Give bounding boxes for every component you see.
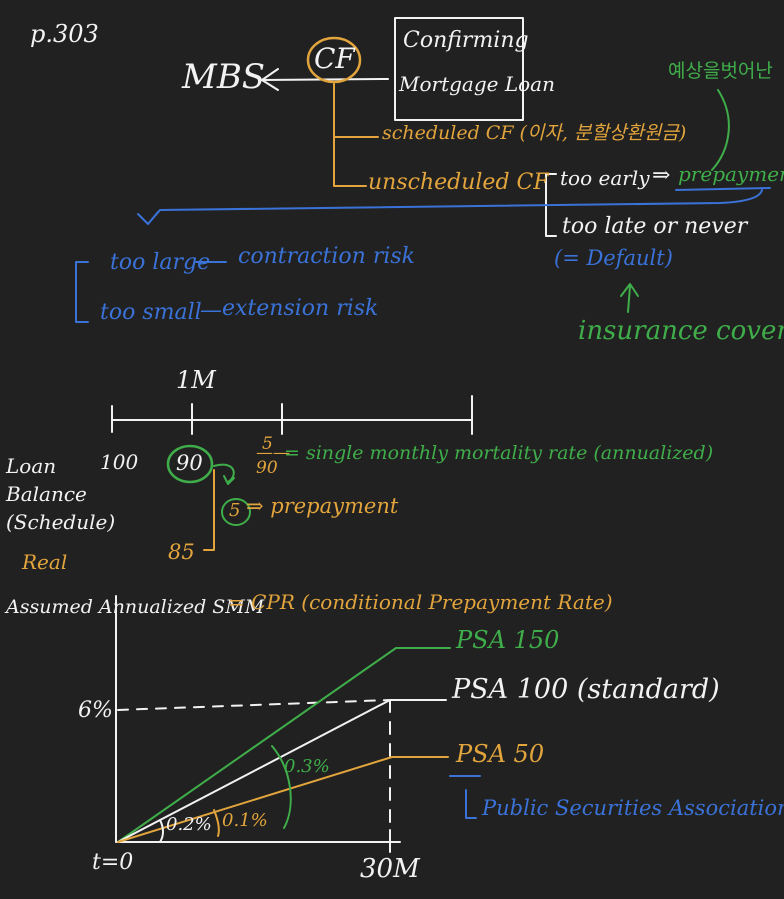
page-ref: p.303 <box>30 20 99 48</box>
contraction-risk: contraction risk <box>238 244 415 269</box>
insurance-cover: insurance cover <box>578 316 784 346</box>
psa150-label: PSA 150 <box>456 626 560 654</box>
slope-arc-white <box>159 819 164 843</box>
bal-bracket <box>203 469 215 551</box>
chart-title-left: Assumed Annualized SMM <box>6 596 265 618</box>
prepay-amount: 5 <box>229 500 241 521</box>
too-late: too late or never <box>562 214 748 239</box>
chart-title-right: = CPR (conditional Prepayment Rate) <box>228 590 613 614</box>
row-label-1: Loan <box>6 454 57 478</box>
unexpected-arc <box>711 89 730 171</box>
loan-line-2: Mortgage Loan <box>399 72 555 96</box>
slope-02: 0.2% <box>166 814 212 835</box>
ratio-den: 90 <box>256 458 278 478</box>
chart-axes <box>115 595 401 843</box>
extension-dash: — <box>200 298 222 323</box>
x-tick-start: t=0 <box>92 850 134 875</box>
bal-scheduled: 90 <box>176 451 203 475</box>
tick-1m: 1M <box>176 366 216 394</box>
real-label: Real <box>22 550 68 574</box>
prepayment-label: prepayment <box>678 162 784 186</box>
psa100-label: PSA 100 (standard) <box>452 674 720 705</box>
extension-risk: extension risk <box>222 296 379 321</box>
slope-arc-orange <box>213 809 220 837</box>
unscheduled-cf: unscheduled CF <box>368 170 549 195</box>
insurance-arrow <box>620 283 639 313</box>
early-arrow: ⇒ <box>652 163 671 188</box>
prepay-label: ⇒ prepayment <box>246 494 399 518</box>
mbs-label: MBS <box>182 57 266 97</box>
bal-real: 85 <box>168 540 195 564</box>
psa150-line <box>117 647 451 843</box>
slope-03: 0.3% <box>284 756 330 777</box>
y-tick-6pct: 6% <box>78 698 113 723</box>
too-small: too small <box>100 300 202 325</box>
note-page: p.303 MBS CF Confirming Mortgage Loan 예상… <box>0 0 784 899</box>
slope-01: 0.1% <box>222 810 268 831</box>
smm-definition: = single monthly mortality rate (annuali… <box>284 442 714 464</box>
loan-line-1: Confirming <box>403 28 529 53</box>
row-label-2: Balance <box>6 482 87 506</box>
row-label-3: (Schedule) <box>6 510 116 534</box>
too-early: too early <box>560 166 650 190</box>
default-label: (= Default) <box>554 246 673 270</box>
unexpected-note: 예상을벗어난 <box>668 60 773 82</box>
psa50-label: PSA 50 <box>456 740 545 768</box>
bal-start: 100 <box>100 450 139 474</box>
timeline <box>111 395 473 435</box>
scheduled-cf: scheduled CF (이자, 분할상환원금) <box>382 122 687 144</box>
too-large: too large <box>110 250 211 275</box>
psa-bracket <box>449 775 481 819</box>
green-curl <box>213 463 235 485</box>
x-tick-end: 30M <box>360 854 420 884</box>
cf-label: CF <box>314 42 355 75</box>
six-pct-dash <box>117 699 391 711</box>
prepay-underline <box>675 187 771 191</box>
psa-full-name: Public Securities Association <box>482 796 784 820</box>
